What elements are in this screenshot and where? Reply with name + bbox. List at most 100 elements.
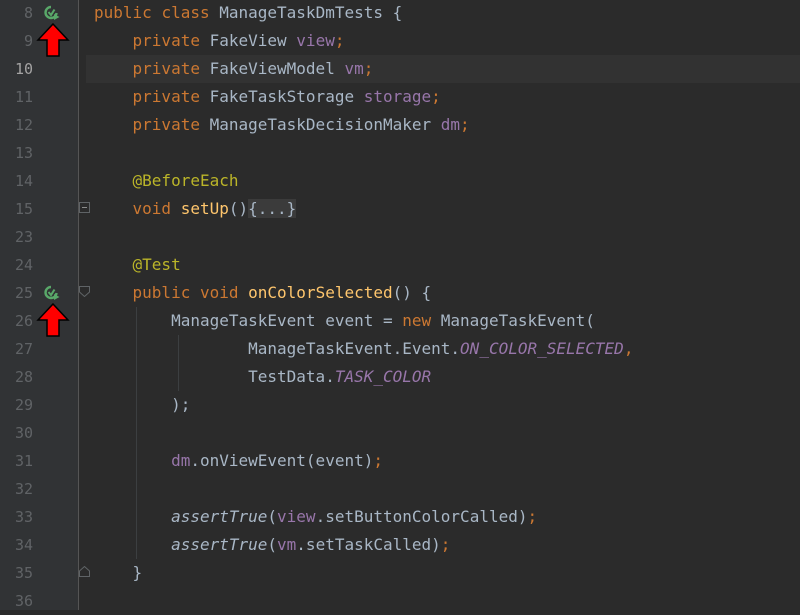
line-number[interactable]: 36 (0, 587, 33, 615)
code-line-content[interactable]: ManageTaskEvent.Event.ON_COLOR_SELECTED, (86, 335, 800, 363)
fold-toggle-icon[interactable] (79, 566, 90, 577)
code-token: vm (277, 535, 297, 554)
code-token: assertTrue (171, 507, 268, 526)
code-line[interactable]: 10 private FakeViewModel vm; (0, 55, 800, 83)
code-token: () (228, 199, 249, 218)
code-line-content[interactable]: public void onColorSelected() { (86, 279, 800, 307)
code-line[interactable]: 36 (0, 587, 800, 615)
code-line[interactable]: 11 private FakeTaskStorage storage; (0, 83, 800, 111)
code-line-content[interactable]: assertTrue(view.setButtonColorCalled); (86, 503, 800, 531)
code-line[interactable]: 12 private ManageTaskDecisionMaker dm; (0, 111, 800, 139)
code-token: ); (94, 395, 191, 414)
code-line[interactable]: 24 @Test (0, 251, 800, 279)
code-line[interactable]: 25 public void onColorSelected() { (0, 279, 800, 307)
code-token: } (94, 563, 143, 582)
line-number[interactable]: 10 (0, 55, 33, 83)
code-token: private (132, 115, 210, 134)
line-number[interactable]: 31 (0, 447, 33, 475)
code-line[interactable]: 13 (0, 139, 800, 167)
fold-toggle-icon[interactable] (79, 202, 90, 213)
code-line[interactable]: 26 ManageTaskEvent event = new ManageTas… (0, 307, 800, 335)
code-line-content[interactable] (86, 587, 800, 615)
code-token: public (132, 283, 200, 302)
code-line-content[interactable]: ManageTaskEvent event = new ManageTaskEv… (86, 307, 800, 335)
code-line[interactable]: 15 void setUp(){...} (0, 195, 800, 223)
code-line-content[interactable]: private FakeViewModel vm; (86, 55, 800, 83)
code-line-content[interactable] (86, 223, 800, 251)
code-line-content[interactable]: TestData.TASK_COLOR (86, 363, 800, 391)
folded-code-region[interactable]: {...} (248, 199, 297, 218)
code-text: public void onColorSelected() { (94, 279, 432, 307)
code-line[interactable]: 33 assertTrue(view.setButtonColorCalled)… (0, 503, 800, 531)
line-number[interactable]: 30 (0, 419, 33, 447)
indent-guide (178, 335, 179, 391)
line-number[interactable]: 14 (0, 167, 33, 195)
code-line[interactable]: 32 (0, 475, 800, 503)
code-text: ManageTaskEvent.Event.ON_COLOR_SELECTED, (94, 335, 633, 363)
code-line[interactable]: 35 } (0, 559, 800, 587)
code-line-content[interactable] (86, 139, 800, 167)
line-number[interactable]: 11 (0, 83, 33, 111)
line-number[interactable]: 26 (0, 307, 33, 335)
line-number[interactable]: 8 (0, 0, 33, 27)
code-text: } (94, 559, 143, 587)
code-line-content[interactable]: private FakeView view; (86, 27, 800, 55)
code-line[interactable]: 9 private FakeView view; (0, 27, 800, 55)
code-token: ; (460, 115, 470, 134)
code-line[interactable]: 23 (0, 223, 800, 251)
line-number[interactable]: 24 (0, 251, 33, 279)
code-line-content[interactable]: @Test (86, 251, 800, 279)
code-text: TestData.TASK_COLOR (94, 363, 431, 391)
line-number[interactable]: 25 (0, 279, 33, 307)
line-number[interactable]: 23 (0, 223, 33, 251)
code-token: class (161, 3, 220, 22)
run-test-icon[interactable] (44, 5, 60, 21)
code-line-content[interactable]: @BeforeEach (86, 167, 800, 195)
line-number[interactable]: 29 (0, 391, 33, 419)
code-line-content[interactable]: dm.onViewEvent(event); (86, 447, 800, 475)
code-token: private (132, 87, 210, 106)
line-number[interactable]: 9 (0, 27, 33, 55)
line-number[interactable]: 15 (0, 195, 33, 223)
red-up-arrow-icon (36, 23, 70, 57)
code-line[interactable]: 28 TestData.TASK_COLOR (0, 363, 800, 391)
code-line-content[interactable]: private ManageTaskDecisionMaker dm; (86, 111, 800, 139)
code-line-content[interactable] (86, 419, 800, 447)
code-token: @Test (132, 255, 181, 274)
code-line-content[interactable]: public class ManageTaskDmTests { (86, 0, 800, 27)
code-line-content[interactable]: void setUp(){...} (86, 195, 800, 223)
code-line[interactable]: 31 dm.onViewEvent(event); (0, 447, 800, 475)
line-number[interactable]: 12 (0, 111, 33, 139)
code-token: public (94, 3, 162, 22)
code-text: ); (94, 391, 190, 419)
code-token: void (132, 199, 181, 218)
code-line[interactable]: 14 @BeforeEach (0, 167, 800, 195)
code-line[interactable]: 30 (0, 419, 800, 447)
code-token: , (623, 339, 634, 358)
code-line-content[interactable]: ); (86, 391, 800, 419)
fold-toggle-icon[interactable] (79, 286, 90, 297)
code-text: private ManageTaskDecisionMaker dm; (94, 111, 470, 139)
code-line[interactable]: 34 assertTrue(vm.setTaskCalled); (0, 531, 800, 559)
code-line[interactable]: 8 public class ManageTaskDmTests { (0, 0, 800, 27)
code-text: public class ManageTaskDmTests { (94, 0, 402, 27)
code-line-content[interactable]: assertTrue(vm.setTaskCalled); (86, 531, 800, 559)
code-line[interactable]: 29 ); (0, 391, 800, 419)
code-line-content[interactable]: } (86, 559, 800, 587)
line-number[interactable]: 33 (0, 503, 33, 531)
code-token: ( (267, 507, 278, 526)
line-number[interactable]: 27 (0, 335, 33, 363)
line-number[interactable]: 13 (0, 139, 33, 167)
run-test-icon[interactable] (44, 285, 60, 301)
code-line-content[interactable] (86, 475, 800, 503)
line-number[interactable]: 32 (0, 475, 33, 503)
code-line[interactable]: 27 ManageTaskEvent.Event.ON_COLOR_SELECT… (0, 335, 800, 363)
code-line-content[interactable]: private FakeTaskStorage storage; (86, 83, 800, 111)
line-number[interactable]: 34 (0, 531, 33, 559)
line-number[interactable]: 28 (0, 363, 33, 391)
code-token: ; (440, 535, 451, 554)
line-number[interactable]: 35 (0, 559, 33, 587)
